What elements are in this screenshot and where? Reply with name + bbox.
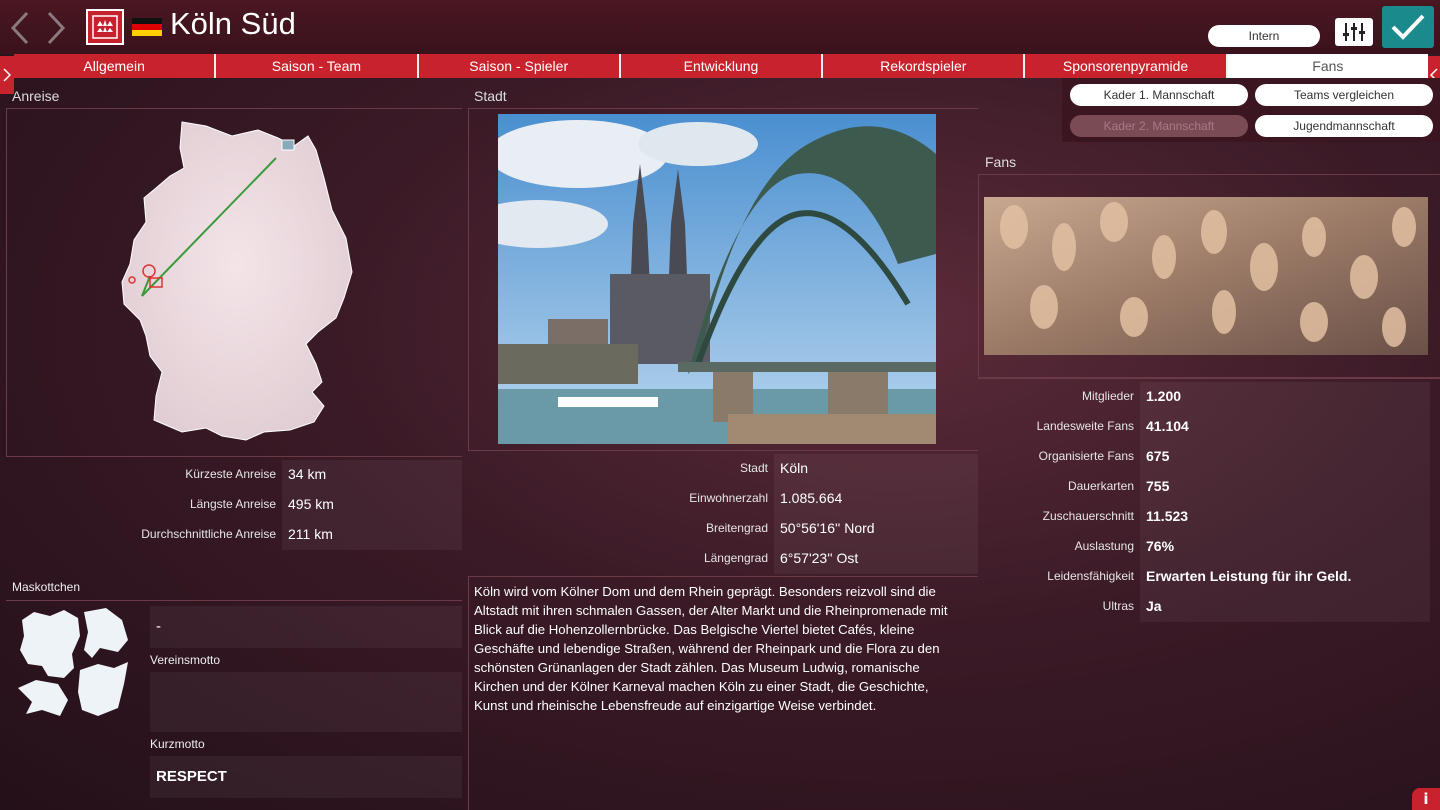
- germany-flag-icon: [132, 18, 162, 36]
- stadt-title: Stadt: [474, 88, 507, 104]
- checkmark-icon: [1391, 14, 1425, 40]
- mascot-name-value: -: [156, 618, 161, 635]
- kurzmotto-label: Kurzmotto: [150, 737, 205, 751]
- laengengrad-label: Längengrad: [703, 551, 768, 565]
- breitengrad-label: Breitengrad: [705, 521, 768, 535]
- laengste-anreise-label: Längste Anreise: [189, 497, 276, 511]
- laengengrad-value: 6°57'23'' Ost: [774, 544, 978, 574]
- ultras-value: Ja: [1140, 592, 1430, 622]
- team-name: Köln Süd: [170, 6, 296, 41]
- kuerzeste-anreise-value: 34 km: [282, 460, 462, 490]
- tab-saison-team[interactable]: Saison - Team: [216, 54, 419, 78]
- dauerkarten-value: 755: [1140, 472, 1430, 502]
- sliders-settings-icon[interactable]: [1335, 18, 1373, 46]
- breitengrad-value: 50°56'16'' Nord: [774, 514, 978, 544]
- vereinsmotto-box: [150, 672, 462, 732]
- mitglieder-value: 1.200: [1140, 382, 1430, 412]
- leidensfaehigkeit-label: Leidensfähigkeit: [1047, 569, 1134, 583]
- fans-crowd-photo: [984, 197, 1428, 355]
- chevron-right-icon: [3, 68, 11, 82]
- confirm-button[interactable]: [1382, 6, 1434, 48]
- forward-arrow-icon[interactable]: [40, 8, 70, 48]
- back-arrow-icon[interactable]: [6, 8, 36, 48]
- stadt-value: Köln: [774, 454, 978, 484]
- mascot-animals-icon: [18, 608, 128, 716]
- tab-fans[interactable]: Fans: [1227, 54, 1428, 78]
- info-button[interactable]: i: [1412, 788, 1440, 810]
- zuschauerschnitt-label: Zuschauerschnitt: [1042, 509, 1134, 523]
- landesweite-fans-value: 41.104: [1140, 412, 1430, 442]
- leidensfaehigkeit-value: Erwarten Leistung für ihr Geld.: [1140, 562, 1430, 592]
- city-description: Köln wird vom Kölner Dom und dem Rhein g…: [474, 584, 948, 713]
- tab-allgemein[interactable]: Allgemein: [14, 54, 217, 78]
- laengste-anreise-value: 495 km: [282, 490, 462, 520]
- kader-1-button[interactable]: Kader 1. Mannschaft: [1070, 84, 1248, 106]
- organisierte-fans-label: Organisierte Fans: [1038, 449, 1134, 463]
- club-crest-icon: [86, 9, 124, 45]
- fans-title: Fans: [985, 154, 1017, 170]
- zuschauerschnitt-value: 11.523: [1140, 502, 1430, 532]
- mascot-name-box: -: [150, 606, 462, 648]
- city-photo: [498, 114, 936, 444]
- anreise-title: Anreise: [12, 88, 60, 104]
- tab-sponsorenpyramide[interactable]: Sponsorenpyramide: [1025, 54, 1228, 78]
- germany-map: [121, 121, 353, 441]
- jugendmannschaft-button[interactable]: Jugendmannschaft: [1255, 115, 1433, 137]
- tab-saison-spieler[interactable]: Saison - Spieler: [418, 54, 621, 78]
- dauerkarten-label: Dauerkarten: [1067, 479, 1134, 493]
- landesweite-fans-label: Landesweite Fans: [1036, 419, 1134, 433]
- einwohnerzahl-label: Einwohnerzahl: [689, 491, 768, 505]
- durchschnittliche-anreise-label: Durchschnittliche Anreise: [141, 527, 276, 541]
- kuerzeste-anreise-label: Kürzeste Anreise: [185, 467, 276, 481]
- team-subnav: Kader 1. Mannschaft Teams vergleichen Ka…: [1062, 78, 1440, 142]
- mitglieder-label: Mitglieder: [1081, 389, 1134, 403]
- maskottchen-title: Maskottchen: [12, 580, 81, 594]
- auslastung-label: Auslastung: [1074, 539, 1134, 553]
- teams-vergleichen-button[interactable]: Teams vergleichen: [1255, 84, 1433, 106]
- far-city-marker-icon: [281, 139, 295, 151]
- kurzmotto-value: RESPECT: [156, 768, 227, 785]
- durchschnittliche-anreise-value: 211 km: [282, 520, 462, 550]
- tab-rekordspieler[interactable]: Rekordspieler: [823, 54, 1026, 78]
- kurzmotto-box: RESPECT: [150, 756, 462, 798]
- auslastung-value: 76%: [1140, 532, 1430, 562]
- intern-button[interactable]: Intern: [1208, 25, 1320, 47]
- tab-entwicklung[interactable]: Entwicklung: [620, 54, 824, 78]
- ultras-label: Ultras: [1102, 599, 1134, 613]
- kader-2-button: Kader 2. Mannschaft: [1070, 115, 1248, 137]
- tab-bar: Allgemein Saison - Team Saison - Spieler…: [14, 54, 1428, 78]
- einwohnerzahl-value: 1.085.664: [774, 484, 978, 514]
- stadt-label: Stadt: [739, 461, 768, 475]
- organisierte-fans-value: 675: [1140, 442, 1430, 472]
- vereinsmotto-label: Vereinsmotto: [150, 653, 221, 667]
